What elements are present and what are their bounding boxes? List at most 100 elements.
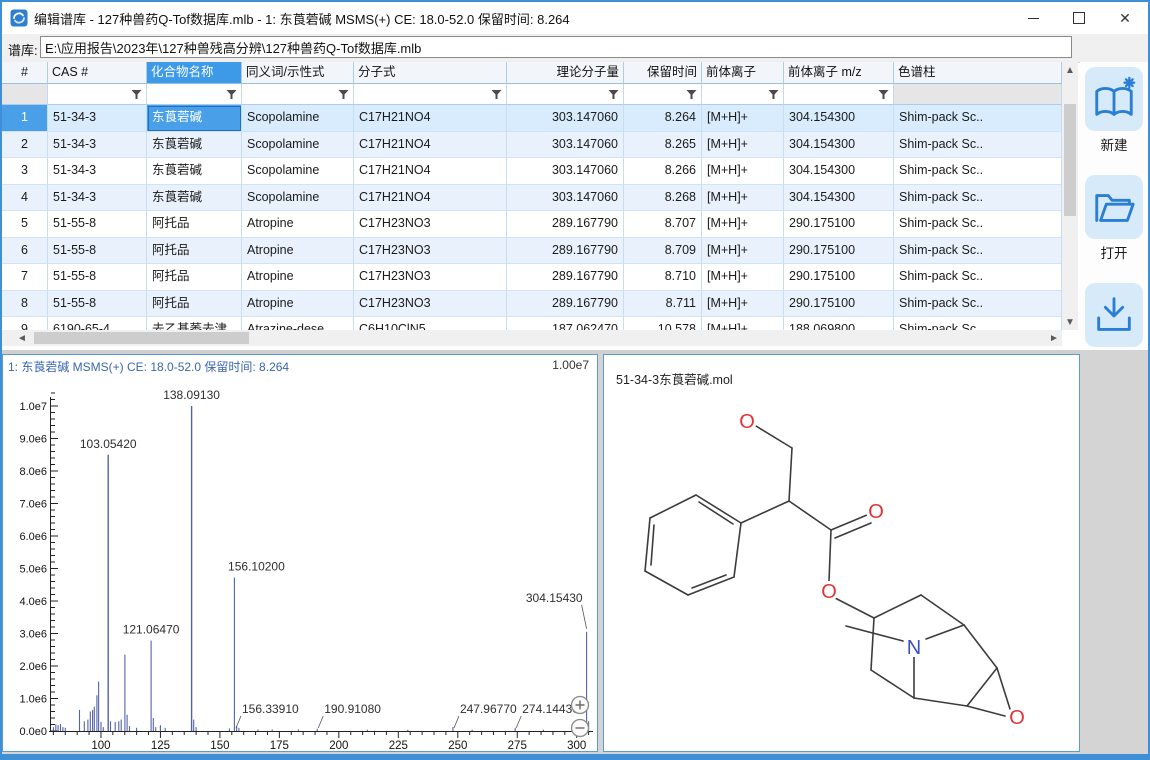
column-header[interactable]: 前体离子 <box>702 62 784 84</box>
table-cell[interactable]: 303.147060 <box>507 132 624 159</box>
library-path-input[interactable] <box>40 36 1072 58</box>
table-cell[interactable]: 8.711 <box>624 291 702 318</box>
table-cell[interactable]: 8.710 <box>624 264 702 291</box>
filter-cell[interactable] <box>784 84 894 105</box>
zoom-out-button[interactable] <box>572 720 589 737</box>
filter-cell[interactable] <box>354 84 507 105</box>
table-cell[interactable]: C17H21NO4 <box>354 185 507 212</box>
new-library-button[interactable]: 新建 <box>1080 67 1148 154</box>
table-cell[interactable]: [M+H]+ <box>702 264 784 291</box>
table-cell[interactable]: 188.069800 <box>784 317 894 330</box>
table-cell[interactable]: 阿托品 <box>147 238 242 265</box>
filter-funnel-icon[interactable] <box>226 89 237 100</box>
table-cell[interactable]: [M+H]+ <box>702 132 784 159</box>
table-cell[interactable]: 304.154300 <box>784 105 894 132</box>
table-cell[interactable]: 阿托品 <box>147 291 242 318</box>
table-cell[interactable]: 6190-65-4 <box>48 317 147 330</box>
table-cell[interactable]: 290.175100 <box>784 238 894 265</box>
table-row[interactable]: 96190-65-4去乙基莠去津Atrazine-dese..C6H10ClN5… <box>2 317 1062 330</box>
table-cell[interactable]: C17H21NO4 <box>354 105 507 132</box>
table-cell[interactable]: 8.266 <box>624 158 702 185</box>
table-cell[interactable]: 6 <box>2 238 48 265</box>
column-header[interactable]: 同义词/示性式 <box>242 62 354 84</box>
filter-funnel-icon[interactable] <box>878 89 889 100</box>
horizontal-scroll-thumb[interactable] <box>34 332 249 344</box>
table-cell[interactable]: Scopolamine <box>242 132 354 159</box>
table-cell[interactable]: 3 <box>2 158 48 185</box>
scroll-left-icon[interactable]: ◄ <box>14 330 30 346</box>
table-cell[interactable]: 8.264 <box>624 105 702 132</box>
table-cell[interactable]: 303.147060 <box>507 185 624 212</box>
table-row[interactable]: 651-55-8阿托品AtropineC17H23NO3289.1677908.… <box>2 238 1062 265</box>
column-header[interactable]: CAS # <box>48 62 147 84</box>
table-cell[interactable]: 290.175100 <box>784 291 894 318</box>
table-cell[interactable]: Atropine <box>242 291 354 318</box>
table-cell[interactable]: C17H23NO3 <box>354 211 507 238</box>
table-cell[interactable]: Shim-pack Sc.. <box>894 185 1062 212</box>
table-cell[interactable]: [M+H]+ <box>702 211 784 238</box>
table-cell[interactable]: Shim-pack Sc.. <box>894 211 1062 238</box>
table-cell[interactable]: 东莨菪碱 <box>147 158 242 185</box>
table-cell[interactable]: 阿托品 <box>147 211 242 238</box>
table-cell[interactable]: 289.167790 <box>507 211 624 238</box>
vertical-scroll-thumb[interactable] <box>1064 104 1076 216</box>
table-cell[interactable]: Shim-pack Sc.. <box>894 264 1062 291</box>
table-cell[interactable]: C17H23NO3 <box>354 291 507 318</box>
table-cell[interactable]: 51-34-3 <box>48 105 147 132</box>
minimize-button[interactable] <box>1010 2 1056 34</box>
table-cell[interactable]: Shim-pack Sc.. <box>894 105 1062 132</box>
table-cell[interactable]: 51-34-3 <box>48 185 147 212</box>
table-cell[interactable]: 8 <box>2 291 48 318</box>
scroll-up-icon[interactable]: ▲ <box>1062 62 1078 78</box>
table-cell[interactable]: 去乙基莠去津 <box>147 317 242 330</box>
table-cell[interactable]: [M+H]+ <box>702 105 784 132</box>
table-row[interactable]: 351-34-3东莨菪碱ScopolamineC17H21NO4303.1470… <box>2 158 1062 185</box>
table-cell[interactable]: 51-55-8 <box>48 211 147 238</box>
table-cell[interactable]: Atropine <box>242 264 354 291</box>
table-row[interactable]: 551-55-8阿托品AtropineC17H23NO3289.1677908.… <box>2 211 1062 238</box>
table-cell[interactable]: 51-55-8 <box>48 264 147 291</box>
table-cell[interactable]: 289.167790 <box>507 238 624 265</box>
table-cell[interactable]: 4 <box>2 185 48 212</box>
table-cell[interactable]: C17H21NO4 <box>354 132 507 159</box>
table-row[interactable]: 251-34-3东莨菪碱ScopolamineC17H21NO4303.1470… <box>2 132 1062 159</box>
filter-funnel-icon[interactable] <box>768 89 779 100</box>
table-cell[interactable]: 51-34-3 <box>48 158 147 185</box>
table-cell[interactable]: Atropine <box>242 238 354 265</box>
filter-funnel-icon[interactable] <box>131 89 142 100</box>
table-cell[interactable]: 290.175100 <box>784 264 894 291</box>
filter-cell[interactable] <box>242 84 354 105</box>
table-cell[interactable]: 阿托品 <box>147 264 242 291</box>
table-cell[interactable]: 51-55-8 <box>48 291 147 318</box>
table-cell[interactable]: 10.578 <box>624 317 702 330</box>
table-cell[interactable]: [M+H]+ <box>702 185 784 212</box>
table-cell[interactable]: 7 <box>2 264 48 291</box>
table-cell[interactable]: 5 <box>2 211 48 238</box>
scroll-right-icon[interactable]: ► <box>1046 330 1062 346</box>
table-cell[interactable]: C6H10ClN5 <box>354 317 507 330</box>
table-cell[interactable]: 8.707 <box>624 211 702 238</box>
table-row[interactable]: 751-55-8阿托品AtropineC17H23NO3289.1677908.… <box>2 264 1062 291</box>
table-cell[interactable]: 304.154300 <box>784 185 894 212</box>
table-cell[interactable]: 289.167790 <box>507 291 624 318</box>
table-cell[interactable]: 9 <box>2 317 48 330</box>
table-cell[interactable]: 1 <box>2 105 48 132</box>
table-cell[interactable]: Scopolamine <box>242 158 354 185</box>
table-cell[interactable]: Scopolamine <box>242 185 354 212</box>
spectrum-chart[interactable]: 0.0e01.0e62.0e63.0e64.0e65.0e66.0e67.0e6… <box>3 355 597 751</box>
table-cell[interactable]: 304.154300 <box>784 132 894 159</box>
filter-funnel-icon[interactable] <box>686 89 697 100</box>
filter-cell[interactable] <box>147 84 242 105</box>
column-header[interactable]: 保留时间 <box>624 62 702 84</box>
filter-cell[interactable] <box>48 84 147 105</box>
table-cell[interactable]: 304.154300 <box>784 158 894 185</box>
table-cell[interactable]: Atropine <box>242 211 354 238</box>
table-row[interactable]: 451-34-3东莨菪碱ScopolamineC17H21NO4303.1470… <box>2 185 1062 212</box>
table-cell[interactable]: 51-55-8 <box>48 238 147 265</box>
column-header[interactable]: 前体离子 m/z <box>784 62 894 84</box>
table-cell[interactable]: 8.709 <box>624 238 702 265</box>
table-cell[interactable]: Shim-pack Sc.. <box>894 132 1062 159</box>
open-folder-button[interactable]: 打开 <box>1080 175 1148 262</box>
column-header[interactable]: # <box>2 62 48 84</box>
table-cell[interactable]: 东莨菪碱 <box>147 185 242 212</box>
